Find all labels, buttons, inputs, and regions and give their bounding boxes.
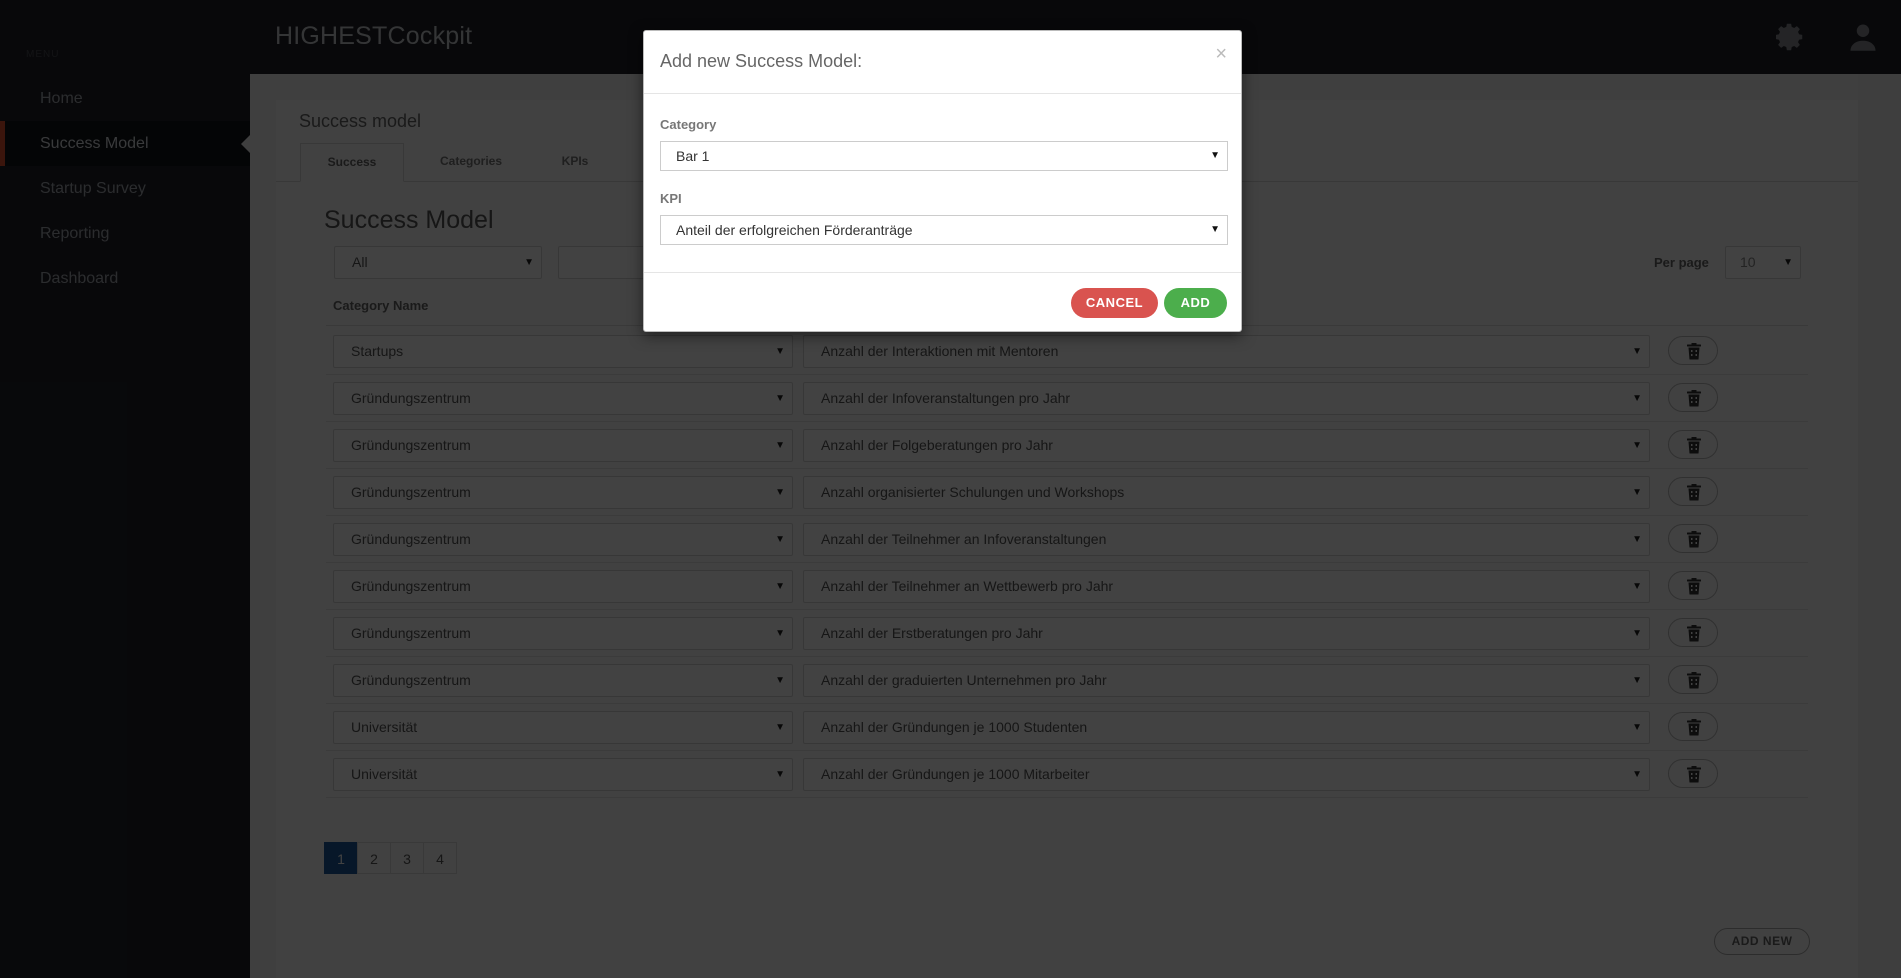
category-select-value: Bar 1: [676, 148, 710, 164]
add-success-model-dialog: Add new Success Model: × Category Bar 1 …: [643, 30, 1242, 332]
close-icon[interactable]: ×: [1215, 44, 1227, 64]
category-label: Category: [660, 117, 717, 132]
chevron-down-icon: ▼: [1210, 224, 1220, 235]
kpi-select[interactable]: Anteil der erfolgreichen Förderanträge ▼: [660, 215, 1228, 245]
category-select[interactable]: Bar 1 ▼: [660, 141, 1228, 171]
modal-body: Category Bar 1 ▼ KPI Anteil der erfolgre…: [644, 94, 1241, 272]
chevron-down-icon: ▼: [1210, 150, 1220, 161]
modal-title: Add new Success Model:: [660, 51, 863, 71]
cancel-button[interactable]: CANCEL: [1071, 288, 1158, 318]
add-button[interactable]: ADD: [1164, 288, 1227, 318]
kpi-label: KPI: [660, 191, 682, 206]
modal-header: Add new Success Model: ×: [644, 31, 1241, 94]
modal-footer: CANCEL ADD: [644, 272, 1241, 333]
kpi-select-value: Anteil der erfolgreichen Förderanträge: [676, 222, 913, 238]
